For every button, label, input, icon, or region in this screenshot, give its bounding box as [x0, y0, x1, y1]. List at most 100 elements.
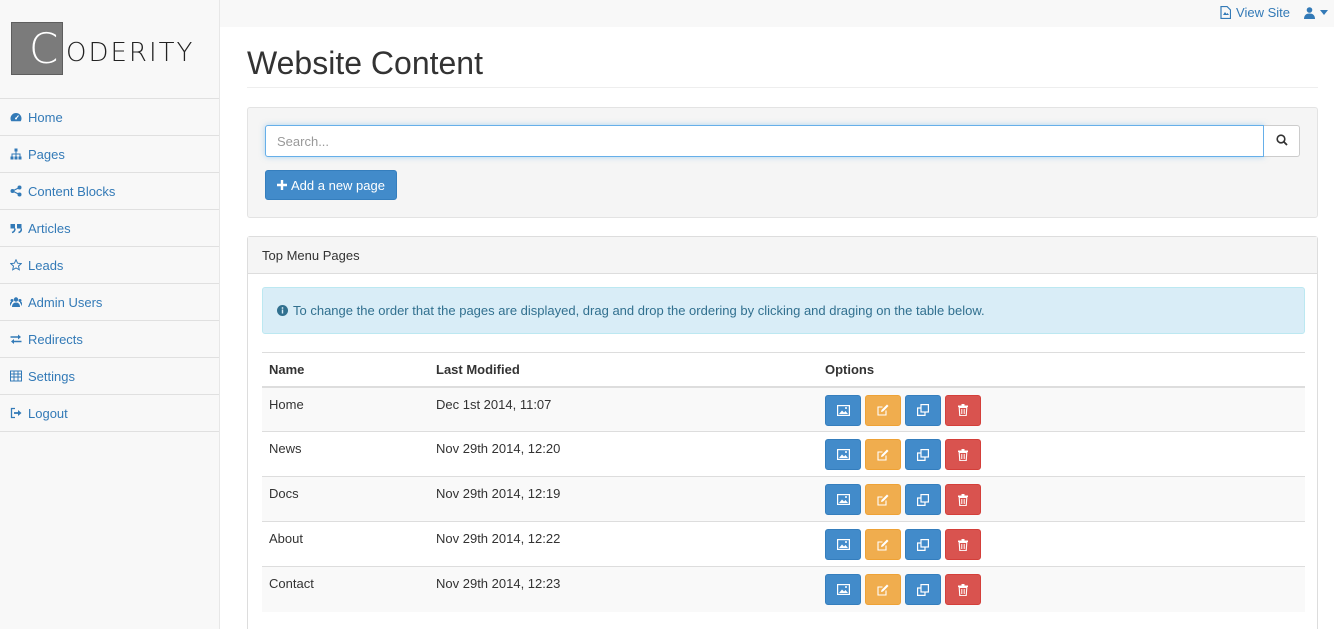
top-bar-links: View Site: [1220, 5, 1328, 20]
sidebar-item-label: Home: [28, 109, 63, 125]
add-page-label: Add a new page: [291, 177, 385, 193]
view-site-label: View Site: [1236, 5, 1290, 20]
sidebar-item-settings[interactable]: Settings: [0, 358, 219, 395]
table-row[interactable]: Contact Nov 29th 2014, 12:23: [262, 566, 1305, 612]
quote-icon: [10, 222, 22, 234]
table-header-row: Name Last Modified Options: [262, 352, 1305, 388]
table-row[interactable]: Docs Nov 29th 2014, 12:19: [262, 476, 1305, 522]
add-page-button[interactable]: Add a new page: [265, 170, 397, 200]
page-title: Website Content: [247, 44, 1318, 88]
brand-logo[interactable]: C ODERITY: [11, 22, 194, 75]
edit-icon: [877, 584, 889, 596]
copy-icon: [917, 493, 929, 506]
table-row[interactable]: About Nov 29th 2014, 12:22: [262, 521, 1305, 567]
sidebar-item-label: Admin Users: [28, 294, 103, 310]
sidebar: C ODERITY Home Pages Content Blocks Arti…: [0, 0, 220, 629]
sidebar-item-label: Content Blocks: [28, 183, 116, 199]
table-icon: [10, 370, 22, 382]
duplicate-button[interactable]: [905, 484, 941, 515]
sidebar-item-label: Pages: [28, 146, 65, 162]
search-group: [265, 125, 1300, 157]
edit-icon: [877, 539, 889, 551]
sidebar-item-admin-users[interactable]: Admin Users: [0, 284, 219, 321]
image-icon: [836, 539, 850, 550]
duplicate-button[interactable]: [905, 394, 941, 426]
media-button[interactable]: [825, 484, 861, 515]
sidebar-item-redirects[interactable]: Redirects: [0, 321, 219, 358]
duplicate-button[interactable]: [905, 439, 941, 470]
sidebar-item-label: Leads: [28, 257, 64, 273]
caret-down-icon: [1320, 10, 1328, 15]
search-button[interactable]: [1264, 125, 1300, 157]
media-button[interactable]: [825, 574, 861, 605]
table-row[interactable]: News Nov 29th 2014, 12:20: [262, 431, 1305, 477]
file-icon: [1220, 6, 1232, 19]
info-alert: To change the order that the pages are d…: [262, 287, 1305, 334]
delete-button[interactable]: [945, 529, 981, 560]
sitemap-icon: [10, 148, 22, 160]
row-last-modified: Nov 29th 2014, 12:23: [429, 566, 818, 612]
copy-icon: [917, 583, 929, 596]
sidebar-item-label: Articles: [28, 220, 71, 236]
row-options: [818, 431, 1305, 477]
media-button[interactable]: [825, 394, 861, 426]
trash-icon: [958, 448, 968, 461]
delete-button[interactable]: [945, 484, 981, 515]
logo-text: ODERITY: [66, 37, 195, 68]
edit-button[interactable]: [865, 529, 901, 560]
delete-button[interactable]: [945, 574, 981, 605]
share-icon: [10, 185, 22, 197]
pages-table: Name Last Modified Options Home Dec 1st …: [262, 352, 1305, 612]
row-name: Contact: [262, 566, 429, 612]
search-well: Add a new page: [247, 107, 1318, 218]
users-icon: [10, 296, 22, 308]
panel-heading: Top Menu Pages: [248, 237, 1317, 274]
sidebar-item-label: Logout: [28, 405, 68, 421]
copy-icon: [917, 404, 929, 416]
sign-out-icon: [10, 407, 22, 419]
row-last-modified: Nov 29th 2014, 12:20: [429, 431, 818, 477]
sidebar-item-logout[interactable]: Logout: [0, 395, 219, 432]
row-options: [818, 386, 1305, 432]
sidebar-item-content-blocks[interactable]: Content Blocks: [0, 173, 219, 210]
copy-icon: [917, 538, 929, 551]
edit-button[interactable]: [865, 439, 901, 470]
image-icon: [836, 449, 850, 460]
media-button[interactable]: [825, 529, 861, 560]
sidebar-item-pages[interactable]: Pages: [0, 136, 219, 173]
duplicate-button[interactable]: [905, 574, 941, 605]
user-menu-toggle[interactable]: [1304, 6, 1328, 19]
row-last-modified: Dec 1st 2014, 11:07: [429, 386, 818, 432]
delete-button[interactable]: [945, 394, 981, 426]
column-header-options: Options: [818, 352, 1305, 388]
sidebar-item-home[interactable]: Home: [0, 99, 219, 136]
media-button[interactable]: [825, 439, 861, 470]
row-name: Home: [262, 386, 429, 432]
view-site-link[interactable]: View Site: [1220, 5, 1290, 20]
delete-button[interactable]: [945, 439, 981, 470]
column-header-name[interactable]: Name: [262, 352, 429, 388]
copy-icon: [917, 448, 929, 461]
edit-button[interactable]: [865, 484, 901, 515]
column-header-last-modified[interactable]: Last Modified: [429, 352, 818, 388]
sidebar-item-label: Settings: [28, 368, 75, 384]
sidebar-item-articles[interactable]: Articles: [0, 210, 219, 247]
user-icon: [1304, 6, 1315, 19]
edit-button[interactable]: [865, 574, 901, 605]
sidebar-item-leads[interactable]: Leads: [0, 247, 219, 284]
logo-mark: C: [11, 22, 63, 75]
image-icon: [836, 494, 850, 505]
row-options: [818, 476, 1305, 522]
table-row[interactable]: Home Dec 1st 2014, 11:07: [262, 386, 1305, 432]
top-menu-pages-panel: Top Menu Pages To change the order that …: [247, 236, 1318, 629]
logo-initial: C: [29, 24, 59, 73]
image-icon: [836, 584, 850, 595]
info-icon: [277, 305, 288, 316]
sidebar-nav: Home Pages Content Blocks Articles Leads…: [0, 98, 219, 432]
edit-button[interactable]: [865, 394, 901, 426]
edit-icon: [877, 494, 889, 506]
row-options: [818, 566, 1305, 612]
search-input[interactable]: [265, 125, 1264, 157]
row-options: [818, 521, 1305, 567]
duplicate-button[interactable]: [905, 529, 941, 560]
